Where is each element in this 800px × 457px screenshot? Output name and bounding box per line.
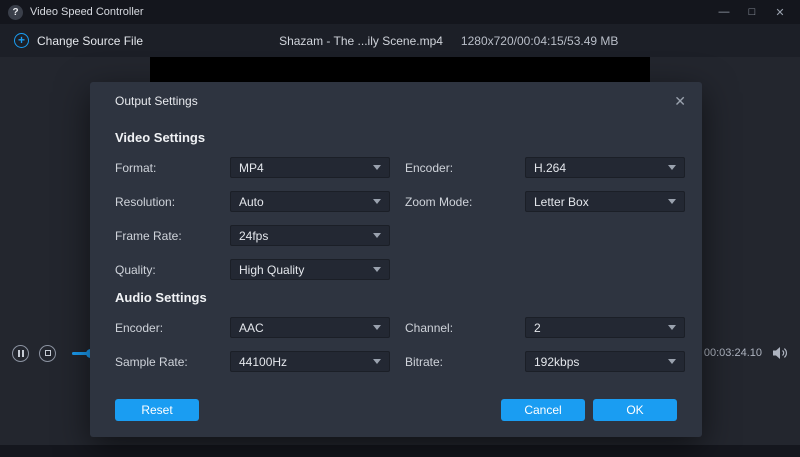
ok-button[interactable]: OK	[593, 399, 677, 421]
dialog-title: Output Settings	[115, 94, 198, 108]
dialog-header: Output Settings ✕	[90, 82, 702, 118]
bitrate-select[interactable]: 192kbps	[525, 351, 685, 372]
dialog-overlay: Output Settings ✕ Video Settings Format:…	[0, 0, 800, 457]
quality-label: Quality:	[115, 263, 230, 277]
format-select[interactable]: MP4	[230, 157, 390, 178]
output-settings-dialog: Output Settings ✕ Video Settings Format:…	[90, 82, 702, 437]
encoder-value: H.264	[534, 161, 566, 175]
format-value: MP4	[239, 161, 264, 175]
resolution-label: Resolution:	[115, 195, 230, 209]
zoom-mode-value: Letter Box	[534, 195, 589, 209]
quality-select[interactable]: High Quality	[230, 259, 390, 280]
video-settings-grid: Format: MP4 Encoder: H.264 Resolution: A…	[115, 157, 677, 280]
dialog-footer: Reset Cancel OK	[115, 399, 677, 421]
frame-rate-label: Frame Rate:	[115, 229, 230, 243]
audio-encoder-select[interactable]: AAC	[230, 317, 390, 338]
chevron-down-icon	[373, 325, 381, 330]
frame-rate-value: 24fps	[239, 229, 268, 243]
audio-encoder-value: AAC	[239, 321, 264, 335]
channel-select[interactable]: 2	[525, 317, 685, 338]
resolution-value: Auto	[239, 195, 264, 209]
channel-value: 2	[534, 321, 541, 335]
chevron-down-icon	[668, 165, 676, 170]
reset-button[interactable]: Reset	[115, 399, 199, 421]
frame-rate-select[interactable]: 24fps	[230, 225, 390, 246]
zoom-mode-label: Zoom Mode:	[405, 195, 525, 209]
sample-rate-select[interactable]: 44100Hz	[230, 351, 390, 372]
chevron-down-icon	[668, 199, 676, 204]
chevron-down-icon	[373, 267, 381, 272]
bitrate-value: 192kbps	[534, 355, 579, 369]
chevron-down-icon	[373, 165, 381, 170]
chevron-down-icon	[373, 359, 381, 364]
video-settings-heading: Video Settings	[115, 130, 677, 145]
channel-label: Channel:	[405, 321, 525, 335]
resolution-select[interactable]: Auto	[230, 191, 390, 212]
format-label: Format:	[115, 161, 230, 175]
quality-value: High Quality	[239, 263, 304, 277]
audio-settings-heading: Audio Settings	[115, 290, 677, 305]
dialog-close-icon[interactable]: ✕	[674, 94, 686, 108]
bitrate-label: Bitrate:	[405, 355, 525, 369]
chevron-down-icon	[668, 325, 676, 330]
audio-settings-grid: Encoder: AAC Channel: 2 Sample Rate: 441…	[115, 317, 677, 372]
chevron-down-icon	[373, 233, 381, 238]
audio-encoder-label: Encoder:	[115, 321, 230, 335]
sample-rate-label: Sample Rate:	[115, 355, 230, 369]
zoom-mode-select[interactable]: Letter Box	[525, 191, 685, 212]
chevron-down-icon	[373, 199, 381, 204]
encoder-label: Encoder:	[405, 161, 525, 175]
chevron-down-icon	[668, 359, 676, 364]
encoder-select[interactable]: H.264	[525, 157, 685, 178]
sample-rate-value: 44100Hz	[239, 355, 287, 369]
cancel-button[interactable]: Cancel	[501, 399, 585, 421]
app-window: ? Video Speed Controller — □ ✕ + Change …	[0, 0, 800, 457]
